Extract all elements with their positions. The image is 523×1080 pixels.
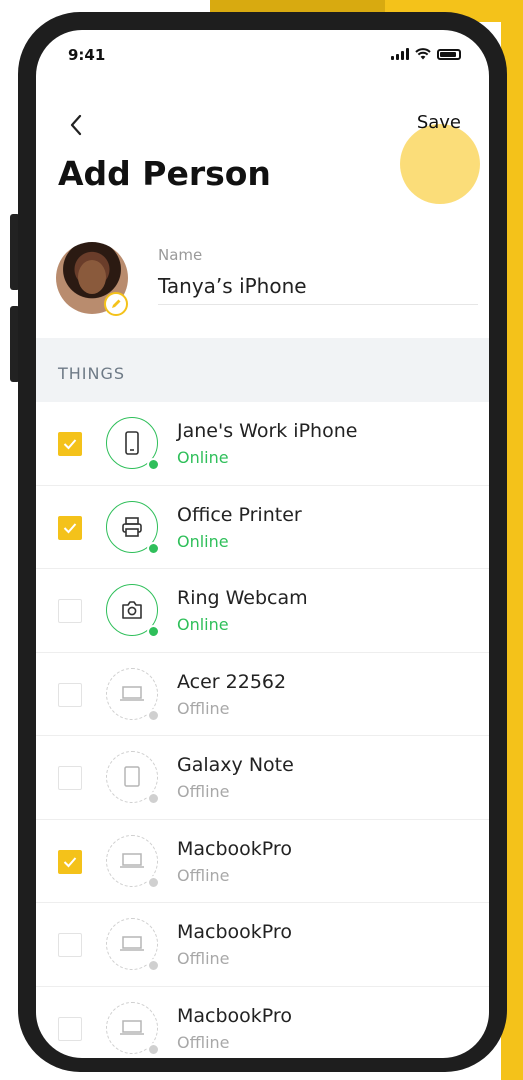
online-status-dot xyxy=(147,458,160,471)
checkmark-icon xyxy=(63,856,77,867)
device-avatar xyxy=(106,834,160,889)
phone-screen: 9:41 Save Add Person Name Tanya’s iPhone… xyxy=(36,30,489,1058)
camera-icon xyxy=(122,601,142,619)
list-item[interactable]: MacbookPro Offline xyxy=(36,987,489,1059)
offline-status-dot xyxy=(147,792,160,805)
name-input[interactable]: Tanya’s iPhone xyxy=(158,274,307,298)
laptop-icon xyxy=(120,936,144,951)
thing-name: Galaxy Note xyxy=(177,754,294,776)
phone-icon xyxy=(125,431,139,455)
things-list: Jane's Work iPhone Online Office Printer… xyxy=(36,402,489,1058)
laptop-icon xyxy=(120,1019,144,1035)
thing-status: Offline xyxy=(177,1032,230,1052)
thing-status: Online xyxy=(177,615,229,634)
thing-checkbox[interactable] xyxy=(58,933,82,957)
chevron-left-icon xyxy=(70,114,82,136)
list-item[interactable]: Ring Webcam Online xyxy=(36,569,489,653)
wifi-icon xyxy=(415,48,431,60)
online-status-dot xyxy=(147,625,160,638)
thing-status: Offline xyxy=(177,782,230,801)
offline-status-dot xyxy=(147,959,160,972)
device-avatar xyxy=(106,500,160,555)
laptop-icon xyxy=(120,852,144,868)
list-item[interactable]: MacbookPro Offline xyxy=(36,903,489,987)
device-avatar xyxy=(106,751,160,805)
avatar-face xyxy=(78,260,106,294)
printer-icon xyxy=(122,516,142,537)
device-avatar xyxy=(106,1001,160,1056)
battery-icon xyxy=(437,48,461,60)
save-button[interactable]: Save xyxy=(417,112,461,133)
offline-status-dot xyxy=(147,708,160,722)
section-label: THINGS xyxy=(58,364,126,383)
checkmark-icon xyxy=(63,439,77,450)
back-button[interactable] xyxy=(62,110,92,140)
list-item[interactable]: Jane's Work iPhone Online xyxy=(36,402,489,486)
thing-checkbox[interactable] xyxy=(58,849,82,874)
list-item[interactable]: MacbookPro Offline xyxy=(36,820,489,903)
thing-status: Offline xyxy=(177,949,230,968)
device-avatar xyxy=(106,584,160,638)
thing-checkbox[interactable] xyxy=(58,515,82,540)
online-status-dot xyxy=(147,541,160,555)
pencil-icon xyxy=(112,299,121,308)
list-item[interactable]: Galaxy Note Offline xyxy=(36,736,489,820)
thing-name: Jane's Work iPhone xyxy=(177,420,358,442)
offline-status-dot xyxy=(147,1042,160,1056)
avatar[interactable] xyxy=(56,242,128,316)
thing-status: Online xyxy=(177,531,229,551)
status-time: 9:41 xyxy=(68,46,106,64)
page-title: Add Person xyxy=(58,154,271,193)
things-section-header: THINGS xyxy=(36,338,489,402)
thing-name: Ring Webcam xyxy=(177,587,308,609)
phone-frame: 9:41 Save Add Person Name Tanya’s iPhone… xyxy=(18,12,507,1072)
thing-status: Offline xyxy=(177,698,230,718)
edit-avatar-button[interactable] xyxy=(104,292,128,316)
status-bar: 9:41 xyxy=(36,30,489,80)
thing-name: Acer 22562 xyxy=(177,670,287,693)
thing-checkbox[interactable] xyxy=(58,766,82,790)
list-item[interactable]: Office Printer Online xyxy=(36,486,489,569)
device-avatar xyxy=(106,417,160,471)
laptop-icon xyxy=(120,685,144,701)
thing-checkbox[interactable] xyxy=(58,432,82,456)
status-icons xyxy=(391,48,461,60)
thing-status: Offline xyxy=(177,865,230,885)
checkmark-icon xyxy=(63,522,77,533)
tablet-icon xyxy=(124,766,140,787)
list-item[interactable]: Acer 22562 Offline xyxy=(36,653,489,736)
device-avatar xyxy=(106,918,160,972)
thing-name: Office Printer xyxy=(177,503,302,526)
thing-status: Online xyxy=(177,448,229,467)
signal-icon xyxy=(391,48,409,60)
name-label: Name xyxy=(158,246,203,264)
thing-name: MacbookPro xyxy=(177,837,292,860)
thing-name: MacbookPro xyxy=(177,921,292,943)
thing-checkbox[interactable] xyxy=(58,599,82,623)
thing-checkbox[interactable] xyxy=(58,682,82,707)
thing-checkbox[interactable] xyxy=(58,1016,82,1041)
thing-name: MacbookPro xyxy=(177,1004,292,1027)
name-input-underline xyxy=(158,304,478,305)
device-avatar xyxy=(106,667,160,722)
offline-status-dot xyxy=(147,875,160,889)
tap-indicator xyxy=(400,124,480,204)
